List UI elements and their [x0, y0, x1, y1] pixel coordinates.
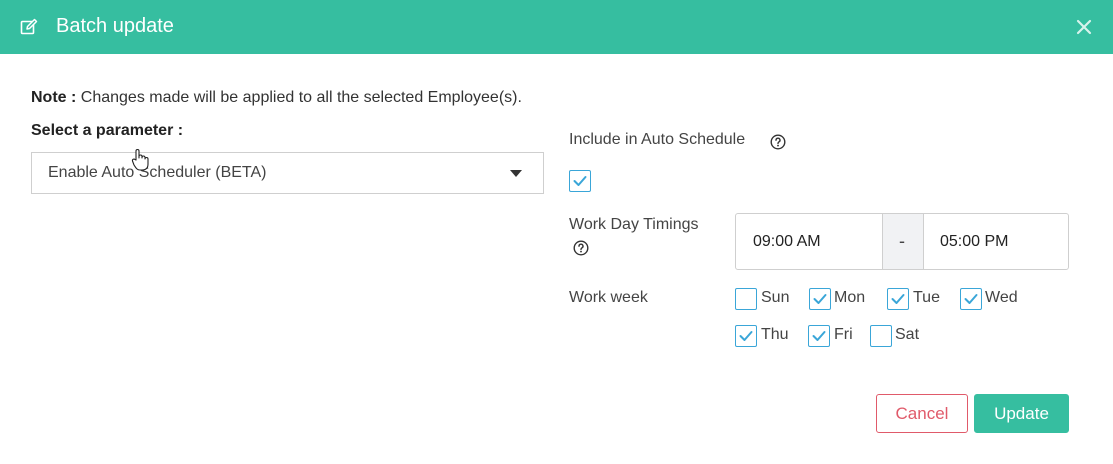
day-label-tue: Tue	[913, 289, 940, 306]
day-checkbox-tue[interactable]	[887, 288, 909, 310]
note-message: Changes made will be applied to all the …	[80, 89, 522, 106]
work-day-timings-range: 09:00 AM - 05:00 PM	[735, 213, 1069, 270]
day-label-mon: Mon	[834, 289, 866, 306]
time-separator: -	[882, 214, 924, 269]
day-label-thu: Thu	[761, 326, 789, 343]
auto-schedule-label: Include in Auto Schedule	[569, 131, 746, 148]
day-checkbox-sat[interactable]	[870, 325, 892, 347]
note-text: Note : Changes made will be applied to a…	[31, 89, 522, 107]
caret-down-icon	[510, 170, 522, 177]
help-icon[interactable]	[770, 134, 786, 150]
checkmark-icon	[573, 176, 587, 186]
parameter-select[interactable]: Enable Auto Scheduler (BETA)	[31, 152, 544, 194]
update-button[interactable]: Update	[974, 394, 1069, 433]
start-time-value: 09:00 AM	[753, 233, 821, 250]
dialog-header: Batch update	[0, 0, 1113, 54]
cancel-button[interactable]: Cancel	[876, 394, 968, 433]
day-checkbox-mon[interactable]	[809, 288, 831, 310]
day-checkbox-sun[interactable]	[735, 288, 757, 310]
day-label-wed: Wed	[985, 289, 1018, 306]
end-time-input[interactable]: 05:00 PM	[924, 214, 1068, 269]
hand-cursor-icon	[131, 149, 149, 171]
start-time-input[interactable]: 09:00 AM	[736, 214, 882, 269]
day-checkbox-wed[interactable]	[960, 288, 982, 310]
checkmark-icon	[812, 331, 826, 341]
parameter-label: Select a parameter :	[31, 122, 184, 139]
note-label: Note :	[31, 89, 77, 106]
auto-schedule-checkbox[interactable]	[569, 170, 591, 192]
parameter-selected-value: Enable Auto Scheduler (BETA)	[48, 164, 267, 181]
checkmark-icon	[813, 294, 827, 304]
work-day-timings-label: Work Day Timings	[569, 216, 699, 233]
dialog-title: Batch update	[56, 15, 174, 37]
day-label-fri: Fri	[834, 326, 853, 343]
day-label-sun: Sun	[761, 289, 790, 306]
edit-icon	[20, 18, 38, 35]
help-icon[interactable]	[573, 240, 589, 256]
end-time-value: 05:00 PM	[940, 233, 1009, 250]
checkmark-icon	[739, 331, 753, 341]
close-icon[interactable]	[1073, 16, 1095, 38]
day-label-sat: Sat	[895, 326, 920, 343]
day-checkbox-thu[interactable]	[735, 325, 757, 347]
checkmark-icon	[964, 294, 978, 304]
day-checkbox-fri[interactable]	[808, 325, 830, 347]
work-week-label: Work week	[569, 289, 648, 306]
checkmark-icon	[891, 294, 905, 304]
